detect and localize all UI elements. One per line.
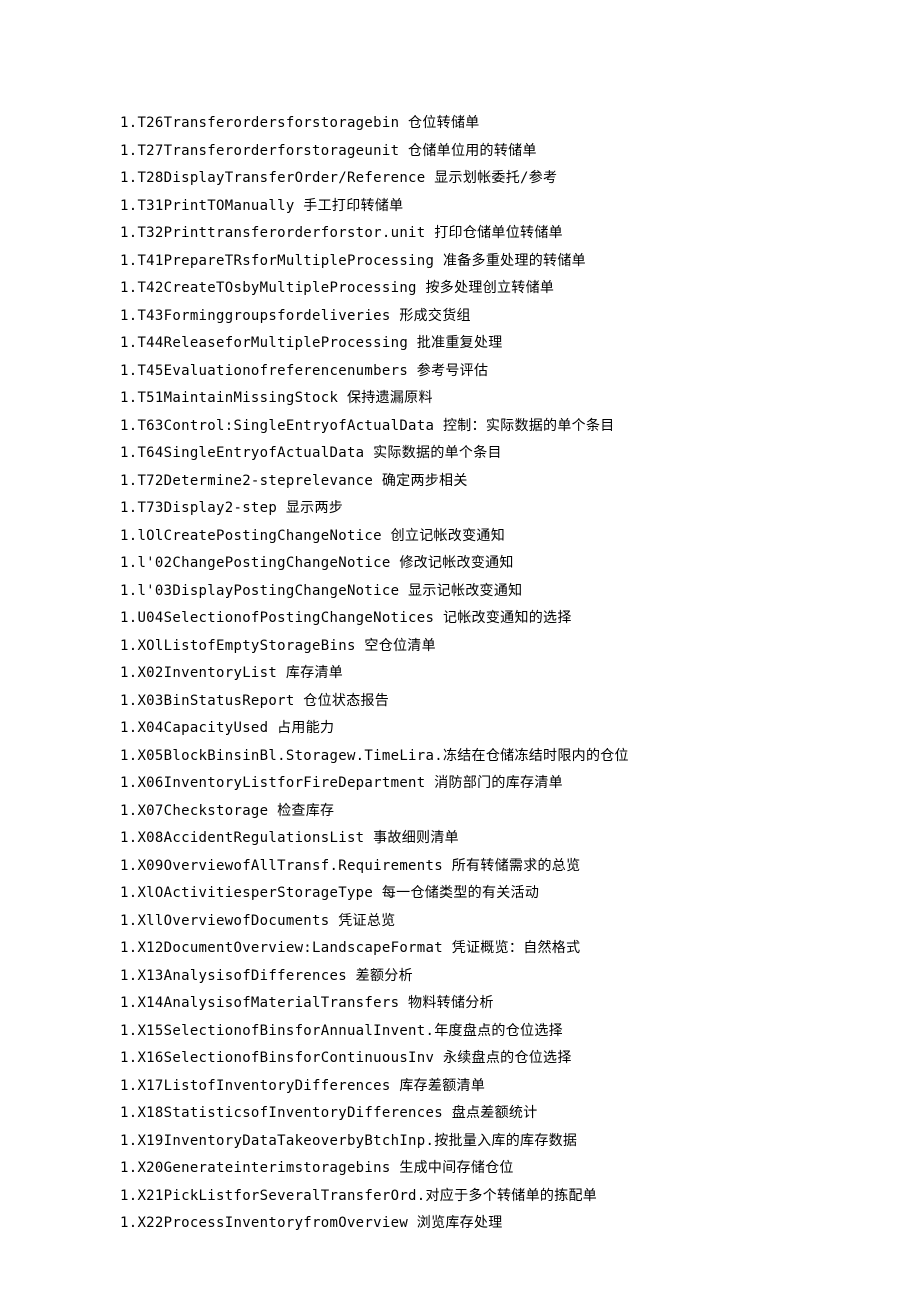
list-item: 1.XOlListofEmptyStorageBins 空仓位清单 (120, 633, 800, 661)
list-item: 1.l'02ChangePostingChangeNotice 修改记帐改变通知 (120, 550, 800, 578)
list-item: 1.X05BlockBinsinBl.Storagew.TimeLira.冻结在… (120, 743, 800, 771)
list-item: 1.T64SingleEntryofActualData 实际数据的单个条目 (120, 440, 800, 468)
list-item: 1.T73Display2-step 显示两步 (120, 495, 800, 523)
list-item: 1.X15SelectionofBinsforAnnualInvent.年度盘点… (120, 1018, 800, 1046)
list-item: 1.T32Printtransferorderforstor.unit 打印仓储… (120, 220, 800, 248)
list-item: 1.X12DocumentOverview:LandscapeFormat 凭证… (120, 935, 800, 963)
list-item: 1.U04SelectionofPostingChangeNotices 记帐改… (120, 605, 800, 633)
list-item: 1.l'03DisplayPostingChangeNotice 显示记帐改变通… (120, 578, 800, 606)
list-item: 1.X22ProcessInventoryfromOverview 浏览库存处理 (120, 1210, 800, 1238)
list-item: 1.T43Forminggroupsfordeliveries 形成交货组 (120, 303, 800, 331)
list-item: 1.X08AccidentRegulationsList 事故细则清单 (120, 825, 800, 853)
list-item: 1.X14AnalysisofMaterialTransfers 物料转储分析 (120, 990, 800, 1018)
list-item: 1.T63Control:SingleEntryofActualData 控制：… (120, 413, 800, 441)
list-item: 1.X20Generateinterimstoragebins 生成中间存储仓位 (120, 1155, 800, 1183)
list-item: 1.lOlCreatePostingChangeNotice 创立记帐改变通知 (120, 523, 800, 551)
list-item: 1.T44ReleaseforMultipleProcessing 批准重复处理 (120, 330, 800, 358)
list-item: 1.T41PrepareTRsforMultipleProcessing 准备多… (120, 248, 800, 276)
list-item: 1.T51MaintainMissingStock 保持遗漏原料 (120, 385, 800, 413)
document-page: 1.T26Transferordersforstoragebin 仓位转储单 1… (0, 0, 920, 1298)
list-item: 1.X13AnalysisofDifferences 差额分析 (120, 963, 800, 991)
list-item: 1.T26Transferordersforstoragebin 仓位转储单 (120, 110, 800, 138)
list-item: 1.XlOActivitiesperStorageType 每一仓储类型的有关活… (120, 880, 800, 908)
list-item: 1.X16SelectionofBinsforContinuousInv 永续盘… (120, 1045, 800, 1073)
list-item: 1.T27Transferorderforstorageunit 仓储单位用的转… (120, 138, 800, 166)
list-item: 1.X21PickListforSeveralTransferOrd.对应于多个… (120, 1183, 800, 1211)
list-item: 1.X03BinStatusReport 仓位状态报告 (120, 688, 800, 716)
list-item: 1.T45Evaluationofreferencenumbers 参考号评估 (120, 358, 800, 386)
list-item: 1.X04CapacityUsed 占用能力 (120, 715, 800, 743)
list-item: 1.T42CreateTOsbyMultipleProcessing 按多处理创… (120, 275, 800, 303)
list-item: 1.T28DisplayTransferOrder/Reference 显示划帐… (120, 165, 800, 193)
list-item: 1.X07Checkstorage 检查库存 (120, 798, 800, 826)
list-item: 1.X19InventoryDataTakeoverbyBtchInp.按批量入… (120, 1128, 800, 1156)
list-item: 1.T72Determine2-steprelevance 确定两步相关 (120, 468, 800, 496)
list-item: 1.X09OverviewofAllTransf.Requirements 所有… (120, 853, 800, 881)
list-item: 1.X06InventoryListforFireDepartment 消防部门… (120, 770, 800, 798)
list-item: 1.X02InventoryList 库存清单 (120, 660, 800, 688)
list-item: 1.T31PrintTOManually 手工打印转储单 (120, 193, 800, 221)
list-item: 1.X17ListofInventoryDifferences 库存差额清单 (120, 1073, 800, 1101)
list-item: 1.X18StatisticsofInventoryDifferences 盘点… (120, 1100, 800, 1128)
list-item: 1.XllOverviewofDocuments 凭证总览 (120, 908, 800, 936)
